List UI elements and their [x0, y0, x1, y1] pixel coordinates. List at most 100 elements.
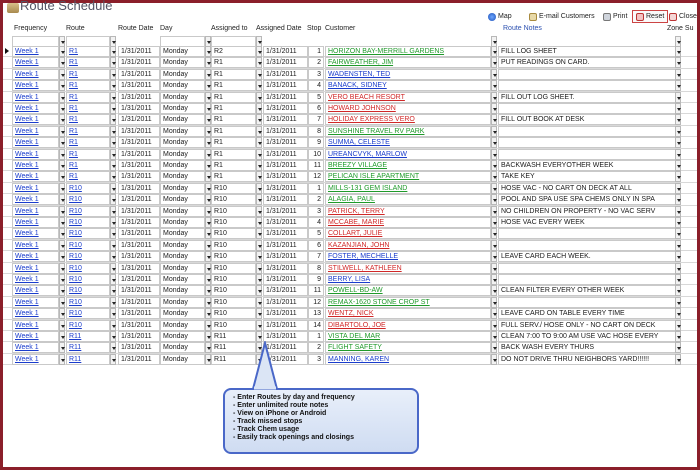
frequency-dropdown[interactable] — [59, 251, 65, 263]
assigned-date-cell[interactable]: 1/31/2011 — [263, 80, 308, 92]
assigned-date-cell-text[interactable]: 1/31/2011 — [266, 208, 297, 215]
assigned-dropdown[interactable] — [256, 46, 262, 57]
route-notes-cell[interactable]: POOL AND SPA USE SPA CHEMS ONLY IN SPA — [498, 194, 676, 206]
route-date-cell-text[interactable]: 1/31/2011 — [121, 322, 152, 329]
frequency-cell-text[interactable]: Week 1 — [15, 276, 39, 283]
stop-cell[interactable]: 1 — [308, 331, 324, 342]
frequency-dropdown[interactable] — [59, 331, 65, 342]
day-cell[interactable]: Monday — [160, 160, 205, 171]
route-notes-cell-text[interactable]: NO CHILDREN ON PROPERTY - NO VAC SERV — [501, 208, 655, 215]
frequency-cell-text[interactable]: Week 1 — [15, 71, 39, 78]
stop-cell[interactable]: 3 — [308, 205, 324, 217]
route-date-cell[interactable]: 1/31/2011 — [118, 103, 160, 114]
customer-dropdown[interactable] — [491, 160, 497, 171]
route-cell-text[interactable]: R1 — [69, 82, 78, 89]
frequency-cell-text[interactable]: Week 1 — [15, 322, 39, 329]
frequency-cell-text[interactable]: Week 1 — [15, 196, 39, 203]
route-date-cell[interactable]: 1/31/2011 — [118, 353, 160, 365]
customer-dropdown[interactable] — [491, 205, 497, 217]
route-cell[interactable]: R1 — [66, 148, 110, 160]
assigned-date-cell-text[interactable]: 1/31/2011 — [266, 71, 297, 78]
route-dropdown[interactable] — [110, 342, 116, 354]
customer-cell[interactable]: PELICAN ISLE APARTMENT — [325, 171, 491, 183]
table-row[interactable]: Week 1 R10 1/31/2011 Monday R10 1/31/2011 4 MCC… — [3, 217, 697, 229]
table-row[interactable]: Week 1 R10 1/31/2011 Monday R10 1/31/2011 1 MIL… — [3, 182, 697, 195]
route-cell-text[interactable]: R11 — [69, 356, 81, 363]
route-cell[interactable]: R10 — [66, 285, 110, 297]
route-date-cell-text[interactable]: 1/31/2011 — [121, 287, 152, 294]
route-date-cell-text[interactable]: 1/31/2011 — [121, 128, 152, 135]
route-dropdown[interactable] — [110, 160, 116, 171]
route-date-cell[interactable]: 1/31/2011 — [118, 308, 160, 320]
day-cell-text[interactable]: Monday — [163, 128, 188, 135]
assigned-to-cell[interactable]: R10 — [211, 274, 256, 285]
route-date-cell[interactable]: 1/31/2011 — [118, 262, 160, 274]
assigned-to-cell-text[interactable]: R2 — [214, 48, 223, 55]
stop-cell[interactable]: 2 — [308, 342, 324, 354]
stop-cell-text[interactable]: 7 — [317, 116, 321, 123]
route-notes-cell[interactable] — [498, 274, 676, 285]
route-notes-cell[interactable]: FILL LOG SHEET — [498, 46, 676, 57]
assigned-dropdown[interactable] — [256, 125, 262, 137]
day-cell[interactable]: Monday — [160, 91, 205, 103]
route-dropdown[interactable] — [110, 103, 116, 114]
day-cell-text[interactable]: Monday — [163, 310, 188, 317]
day-cell-text[interactable]: Monday — [163, 196, 188, 203]
route-notes-cell-text[interactable]: FILL OUT LOG SHEET. — [501, 94, 575, 101]
customer-dropdown[interactable] — [491, 148, 497, 160]
route-date-cell[interactable]: 1/31/2011 — [118, 251, 160, 263]
stop-cell[interactable]: 4 — [308, 80, 324, 92]
route-date-cell[interactable]: 1/31/2011 — [118, 194, 160, 206]
route-dropdown[interactable] — [110, 205, 116, 217]
route-notes-cell-text[interactable]: BACKWASH EVERYOTHER WEEK — [501, 162, 613, 169]
assigned-date-cell[interactable]: 1/31/2011 — [263, 160, 308, 171]
frequency-cell-text[interactable]: Week 1 — [15, 151, 39, 158]
stop-cell-text[interactable]: 1 — [317, 185, 321, 192]
assigned-to-cell-text[interactable]: R10 — [214, 322, 227, 329]
assigned-dropdown[interactable] — [256, 228, 262, 240]
assigned-date-cell[interactable]: 1/31/2011 — [263, 319, 308, 331]
customer-dropdown[interactable] — [491, 274, 497, 285]
customer-cell[interactable]: STILWELL, KATHLEEN — [325, 262, 491, 274]
assigned-to-cell-text[interactable]: R1 — [214, 162, 223, 169]
header-customer[interactable]: Customer — [325, 25, 355, 32]
day-cell[interactable]: Monday — [160, 342, 205, 354]
day-cell-text[interactable]: Monday — [163, 208, 188, 215]
route-dropdown[interactable] — [110, 274, 116, 285]
customer-cell[interactable]: DIBARTOLO, JOE — [325, 319, 491, 331]
frequency-cell[interactable]: Week 1 — [12, 103, 59, 114]
assigned-date-cell-text[interactable]: 1/31/2011 — [266, 139, 297, 146]
frequency-cell[interactable]: Week 1 — [12, 137, 59, 149]
route-notes-cell-text[interactable]: CLEAN 7:00 TO 9:00 AM USE VAC HOSE EVERY — [501, 333, 658, 340]
customer-dropdown[interactable] — [491, 342, 497, 354]
frequency-cell-text[interactable]: Week 1 — [15, 162, 39, 169]
frequency-cell-text[interactable]: Week 1 — [15, 59, 39, 66]
route-date-cell[interactable]: 1/31/2011 — [118, 91, 160, 103]
stop-cell[interactable]: 12 — [308, 296, 324, 308]
assigned-date-cell-text[interactable]: 1/31/2011 — [266, 196, 297, 203]
customer-cell-text[interactable]: SUMMA, CELESTE — [328, 139, 390, 146]
table-row[interactable]: Week 1 R1 1/31/2011 Monday R1 1/31/2011 7 HOLID… — [3, 114, 697, 126]
stop-cell[interactable]: 6 — [308, 239, 324, 251]
frequency-dropdown[interactable] — [59, 103, 65, 114]
route-date-cell-text[interactable]: 1/31/2011 — [121, 185, 152, 192]
assigned-date-cell-text[interactable]: 1/31/2011 — [266, 116, 297, 123]
assigned-date-cell-text[interactable]: 1/31/2011 — [266, 242, 297, 249]
table-row[interactable]: Week 1 R10 1/31/2011 Monday R10 1/31/2011 9 BER… — [3, 274, 697, 286]
customer-cell[interactable]: KAZANJIAN, JOHN — [325, 239, 491, 251]
customer-cell-text[interactable]: MILLS-131 GEM ISLAND — [328, 185, 407, 192]
assigned-date-cell-text[interactable]: 1/31/2011 — [266, 333, 297, 340]
route-cell-text[interactable]: R1 — [69, 173, 78, 180]
customer-cell-text[interactable]: FLIGHT SAFETY — [328, 344, 382, 351]
assigned-dropdown[interactable] — [256, 251, 262, 263]
route-notes-cell[interactable]: HOSE VAC - NO CART ON DECK AT ALL — [498, 182, 676, 194]
route-date-cell-text[interactable]: 1/31/2011 — [121, 162, 152, 169]
stop-cell[interactable]: 8 — [308, 262, 324, 274]
assigned-to-cell-text[interactable]: R1 — [214, 105, 223, 112]
route-dropdown[interactable] — [110, 217, 116, 228]
zone-dropdown[interactable] — [675, 262, 681, 274]
route-notes-cell-text[interactable]: FILL LOG SHEET — [501, 48, 557, 55]
route-notes-cell-text[interactable]: POOL AND SPA USE SPA CHEMS ONLY IN SPA — [501, 196, 655, 203]
assigned-date-cell-text[interactable]: 1/31/2011 — [266, 230, 297, 237]
customer-cell[interactable]: BERRY, LISA — [325, 274, 491, 285]
